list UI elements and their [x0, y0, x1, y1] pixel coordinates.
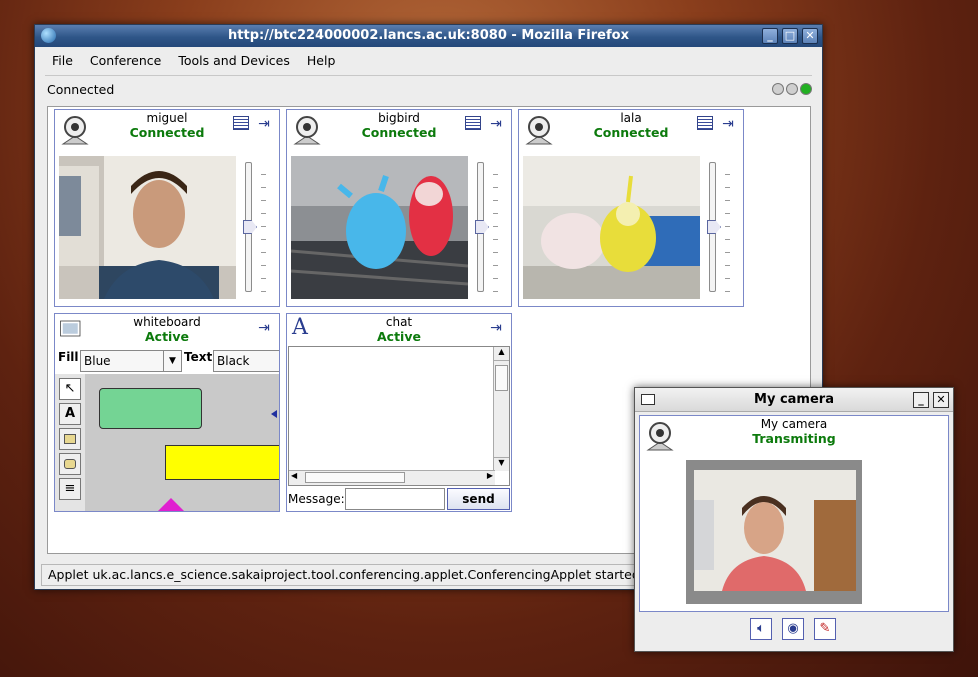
window-icon	[641, 394, 655, 405]
my-camera-status: Transmiting	[752, 431, 836, 446]
close-button[interactable]: ✕	[933, 392, 949, 408]
text-color-select[interactable]: Black	[213, 350, 279, 372]
connection-indicator	[772, 83, 814, 95]
green-rectangle[interactable]	[99, 388, 202, 429]
fill-label: Fill	[58, 350, 79, 364]
mute-video-icon[interactable]: ✎	[814, 618, 836, 640]
volume-slider[interactable]	[707, 162, 730, 296]
menu-divider	[45, 75, 812, 76]
arrow-marker	[271, 410, 277, 418]
video-feed	[694, 470, 856, 591]
volume-slider[interactable]	[243, 162, 266, 296]
keyboard-icon[interactable]	[697, 116, 713, 130]
keyboard-icon[interactable]	[233, 116, 249, 130]
text-color-value: Black	[217, 354, 250, 368]
scroll-thumb[interactable]	[495, 365, 508, 391]
window-title-bar[interactable]: http://btc224000002.lancs.ac.uk:8080 - M…	[35, 25, 822, 47]
text-tool-icon[interactable]: A	[59, 403, 81, 425]
window-title: http://btc224000002.lancs.ac.uk:8080 - M…	[228, 28, 629, 43]
video-feed	[523, 156, 700, 299]
my-camera-window-title: My camera	[754, 392, 834, 407]
whiteboard-canvas[interactable]	[85, 374, 279, 511]
participant-panel-bigbird: bigbird Connected ⇥	[286, 109, 512, 307]
slider-thumb[interactable]	[707, 220, 721, 234]
menu-file[interactable]: File	[52, 53, 73, 68]
my-camera-panel: My camera Transmiting	[639, 415, 949, 612]
horizontal-scrollbar[interactable]: ◀ ▶	[289, 470, 495, 485]
menu-help[interactable]: Help	[307, 53, 336, 68]
detach-icon[interactable]: ⇥	[255, 320, 273, 336]
video-feed	[59, 156, 236, 299]
magenta-triangle[interactable]	[155, 498, 187, 511]
whiteboard-title: whiteboard	[133, 315, 201, 329]
chat-title: chat	[385, 315, 413, 329]
fill-color-value: Blue	[84, 354, 111, 368]
text-label: Text	[184, 350, 213, 364]
connection-label: Connected	[47, 82, 115, 97]
minimize-button[interactable]: _	[913, 392, 929, 408]
select-tool-icon[interactable]: ↖	[59, 378, 81, 400]
my-camera-title-bar[interactable]: My camera _ ✕	[635, 388, 953, 412]
participant-panel-lala: lala Connected ⇥	[518, 109, 744, 307]
minimize-button[interactable]: _	[762, 28, 778, 44]
chat-panel: A chat Active ⇥ ▲ ▼ ◀ ▶ Message: send	[286, 313, 512, 512]
chevron-down-icon: ▼	[163, 351, 181, 371]
lines-tool-icon[interactable]: ≡	[59, 478, 81, 500]
speaker-icon[interactable]: 🔈︎	[750, 618, 772, 640]
menu-conference[interactable]: Conference	[90, 53, 161, 68]
indicator-dot	[786, 83, 798, 95]
close-button[interactable]: ✕	[802, 28, 818, 44]
my-camera-name: My camera	[760, 417, 828, 431]
video-frame	[686, 460, 862, 604]
message-label: Message:	[288, 492, 345, 506]
vertical-scrollbar[interactable]: ▲ ▼	[493, 347, 509, 471]
chat-status: Active	[377, 329, 421, 344]
send-button[interactable]: send	[447, 488, 510, 510]
scroll-right-icon[interactable]: ▶	[487, 471, 493, 480]
webcam-settings-icon[interactable]: ◉	[782, 618, 804, 640]
yellow-rectangle[interactable]	[165, 445, 279, 480]
detach-icon[interactable]: ⇥	[255, 116, 273, 132]
whiteboard-status: Active	[145, 329, 189, 344]
video-feed	[291, 156, 468, 299]
detach-icon[interactable]: ⇥	[487, 116, 505, 132]
menu-tools-and-devices[interactable]: Tools and Devices	[178, 53, 290, 68]
scroll-left-icon[interactable]: ◀	[291, 471, 297, 480]
scroll-thumb[interactable]	[305, 472, 405, 483]
globe-icon	[41, 28, 56, 43]
tool-palette: ↖ A ≡	[55, 374, 85, 511]
indicator-dot	[800, 83, 812, 95]
scroll-up-icon[interactable]: ▲	[494, 347, 509, 361]
volume-slider[interactable]	[475, 162, 498, 296]
detach-icon[interactable]: ⇥	[487, 320, 505, 336]
slider-thumb[interactable]	[475, 220, 489, 234]
rounded-rectangle-tool-icon[interactable]	[59, 453, 81, 475]
keyboard-icon[interactable]	[465, 116, 481, 130]
fill-color-select[interactable]: Blue ▼	[80, 350, 182, 372]
scroll-down-icon[interactable]: ▼	[494, 457, 509, 471]
maximize-button[interactable]: □	[782, 28, 798, 44]
slider-thumb[interactable]	[243, 220, 257, 234]
whiteboard-panel: whiteboard Active ⇥ Fill Blue ▼ Text Bla…	[54, 313, 280, 512]
participant-panel-miguel: miguel Connected ⇥	[54, 109, 280, 307]
my-camera-window: My camera _ ✕ My camera Transmiting 🔈︎ ◉…	[634, 387, 954, 652]
rectangle-tool-icon[interactable]	[59, 428, 81, 450]
chat-log[interactable]: ▲ ▼ ◀ ▶	[288, 346, 510, 486]
message-input[interactable]	[345, 488, 445, 510]
menu-bar: File Conference Tools and Devices Help	[35, 53, 335, 73]
indicator-dot	[772, 83, 784, 95]
detach-icon[interactable]: ⇥	[719, 116, 737, 132]
